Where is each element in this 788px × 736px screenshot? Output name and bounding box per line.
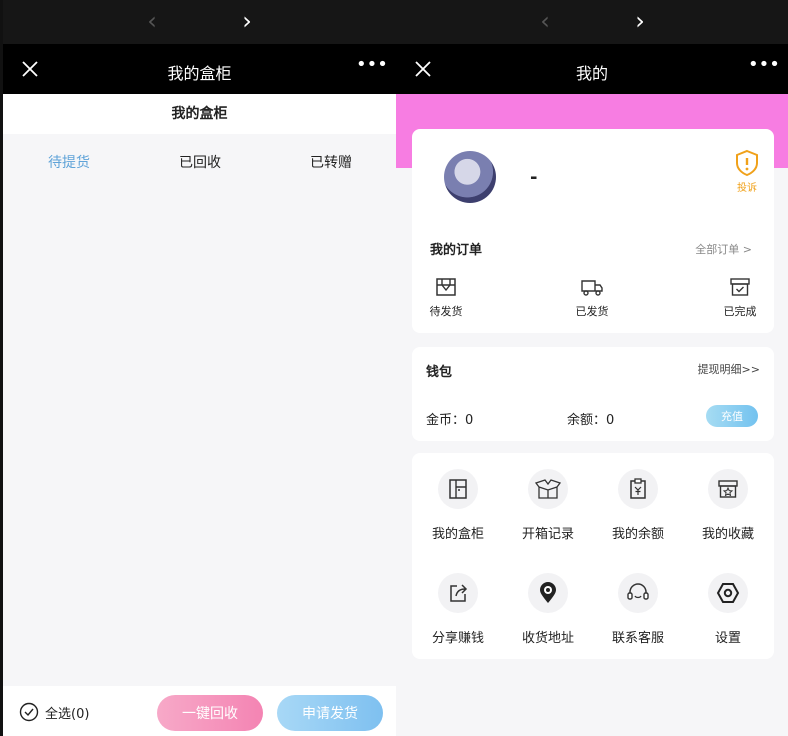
menu-label: 我的余额 bbox=[611, 527, 664, 542]
menu-label: 我的盒柜 bbox=[431, 527, 484, 542]
complain-button[interactable]: 投诉 bbox=[732, 149, 762, 194]
all-orders-label: 全部订单 bbox=[695, 243, 740, 256]
menu-label: 联系客服 bbox=[611, 631, 664, 646]
menu-my-cabinet[interactable]: 我的盒柜 bbox=[418, 469, 498, 542]
shield-alert-icon bbox=[736, 149, 758, 177]
order-completed[interactable]: 已完成 bbox=[710, 277, 770, 319]
orders-title: 我的订单 bbox=[430, 243, 483, 258]
clipboard-yen-icon bbox=[630, 478, 646, 499]
menu-contact-service[interactable]: 联系客服 bbox=[598, 573, 678, 646]
order-item-label: 待发货 bbox=[429, 305, 463, 318]
select-all[interactable]: 全选(0) bbox=[19, 702, 89, 722]
menu-open-records[interactable]: 开箱记录 bbox=[508, 469, 588, 542]
menu-shipping-address[interactable]: 收货地址 bbox=[508, 573, 588, 646]
menu-my-favorites[interactable]: 我的收藏 bbox=[688, 469, 768, 542]
wallet-title: 钱包 bbox=[426, 365, 453, 380]
gear-icon bbox=[716, 583, 740, 603]
title-bar: 我的盒柜 ••• bbox=[3, 44, 396, 94]
money-balance: 余额：0 bbox=[567, 413, 615, 428]
menu-label: 开箱记录 bbox=[521, 527, 574, 542]
check-circle-icon[interactable] bbox=[19, 702, 39, 722]
menu-label: 分享赚钱 bbox=[431, 631, 484, 646]
more-icon[interactable]: ••• bbox=[356, 54, 388, 76]
pending-ship-icon bbox=[436, 278, 456, 296]
all-orders-link[interactable]: 全部订单 > bbox=[695, 241, 752, 257]
title-bar: 我的 ••• bbox=[396, 44, 788, 94]
menu-share-earn[interactable]: 分享赚钱 bbox=[418, 573, 498, 646]
back-arrow-icon[interactable]: ‹ bbox=[141, 9, 163, 33]
chevron-right-icon: > bbox=[742, 243, 752, 256]
tab-gifted[interactable]: 已转赠 bbox=[281, 152, 381, 172]
wallet-card: 钱包 提现明细>> 金币：0 余额：0 充值 bbox=[412, 347, 774, 441]
request-shipping-button[interactable]: 申请发货 bbox=[277, 695, 383, 731]
coin-balance: 金币：0 bbox=[426, 413, 474, 428]
profile-card: - 投诉 我的订单 全部订单 > 待发货 已发货 已完成 bbox=[412, 129, 774, 333]
order-item-label: 已完成 bbox=[723, 305, 757, 318]
star-box-icon bbox=[718, 480, 738, 498]
username: - bbox=[530, 167, 538, 188]
forward-arrow-icon[interactable]: › bbox=[236, 9, 258, 33]
menu-settings[interactable]: 设置 bbox=[688, 573, 768, 646]
order-shipped[interactable]: 已发货 bbox=[562, 277, 622, 319]
select-all-label: 全选(0) bbox=[45, 706, 90, 722]
page-title: 我的 bbox=[575, 64, 608, 83]
avatar[interactable] bbox=[444, 151, 496, 203]
menu-label: 设置 bbox=[714, 631, 741, 646]
withdraw-detail-link[interactable]: 提现明细>> bbox=[698, 361, 760, 377]
menu-label: 我的收藏 bbox=[701, 527, 754, 542]
page-title: 我的盒柜 bbox=[167, 64, 232, 83]
archive-check-icon bbox=[730, 278, 750, 296]
tab-bar: 待提货 已回收 已转赠 bbox=[3, 134, 396, 190]
menu-my-balance[interactable]: 我的余额 bbox=[598, 469, 678, 542]
right-screen: ‹ › 我的 ••• - 投诉 我的订单 全部订单 > 待发货 已发货 已完成 … bbox=[396, 0, 788, 736]
browser-nav-bar: ‹ › bbox=[396, 0, 788, 44]
recharge-button[interactable]: 充值 bbox=[706, 405, 758, 427]
share-icon bbox=[450, 584, 468, 602]
order-pending-ship[interactable]: 待发货 bbox=[416, 277, 476, 319]
feature-menu: 我的盒柜 开箱记录 我的余额 我的收藏 分享赚钱 收货地址 联系客服 设置 bbox=[412, 453, 774, 659]
cabinet-icon bbox=[449, 479, 467, 499]
order-item-label: 已发货 bbox=[575, 305, 609, 318]
browser-nav-bar: ‹ › bbox=[3, 0, 396, 44]
section-heading: 我的盒柜 bbox=[3, 94, 396, 134]
more-icon[interactable]: ••• bbox=[748, 54, 780, 76]
open-box-icon bbox=[535, 479, 561, 499]
left-screen: ‹ › 我的盒柜 ••• 我的盒柜 待提货 已回收 已转赠 全选(0) 一键回收… bbox=[3, 0, 396, 736]
forward-arrow-icon[interactable]: › bbox=[629, 9, 651, 33]
tab-recycled[interactable]: 已回收 bbox=[150, 152, 250, 172]
tab-pending-pickup[interactable]: 待提货 bbox=[19, 152, 119, 172]
bottom-action-bar: 全选(0) 一键回收 申请发货 bbox=[3, 686, 396, 736]
recycle-all-button[interactable]: 一键回收 bbox=[157, 695, 263, 731]
back-arrow-icon[interactable]: ‹ bbox=[534, 9, 556, 33]
location-pin-icon bbox=[540, 582, 556, 603]
headset-icon bbox=[627, 583, 649, 600]
complain-label: 投诉 bbox=[737, 183, 757, 194]
truck-icon bbox=[581, 280, 603, 296]
menu-label: 收货地址 bbox=[521, 631, 574, 646]
